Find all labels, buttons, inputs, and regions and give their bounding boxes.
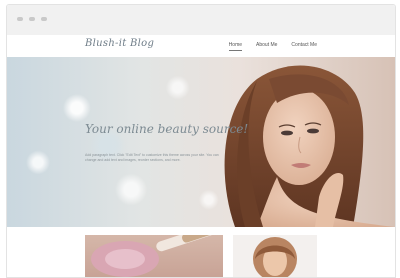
browser-titlebar [7,5,395,35]
site-nav: Home About Me Contact Me [228,42,317,51]
makeup-thumbnail[interactable] [85,235,223,277]
window-maximize-dot[interactable] [41,17,47,21]
hero-portrait-image [224,65,395,227]
site-logo[interactable]: Blush-it Blog [85,38,154,49]
nav-home[interactable]: Home [228,42,243,51]
nav-contact-me[interactable]: Contact Me [291,42,317,51]
window-minimize-dot[interactable] [29,17,35,21]
site-header: Blush-it Blog Home About Me Contact Me [7,35,395,57]
window-close-dot[interactable] [17,17,23,21]
browser-window: Blush-it Blog Home About Me Contact Me Y… [6,4,396,278]
nav-about-me[interactable]: About Me [256,42,277,51]
profile-thumbnail[interactable] [233,235,317,277]
hero-title: Your online beauty source! [85,122,249,136]
content-preview [7,227,395,277]
hero-banner: Your online beauty source! Add paragraph… [7,57,395,227]
hero-paragraph: Add paragraph text. Click "Edit Text" to… [85,152,219,162]
profile-avatar-image [253,237,297,277]
eyeshadow-brush-image [91,235,223,277]
